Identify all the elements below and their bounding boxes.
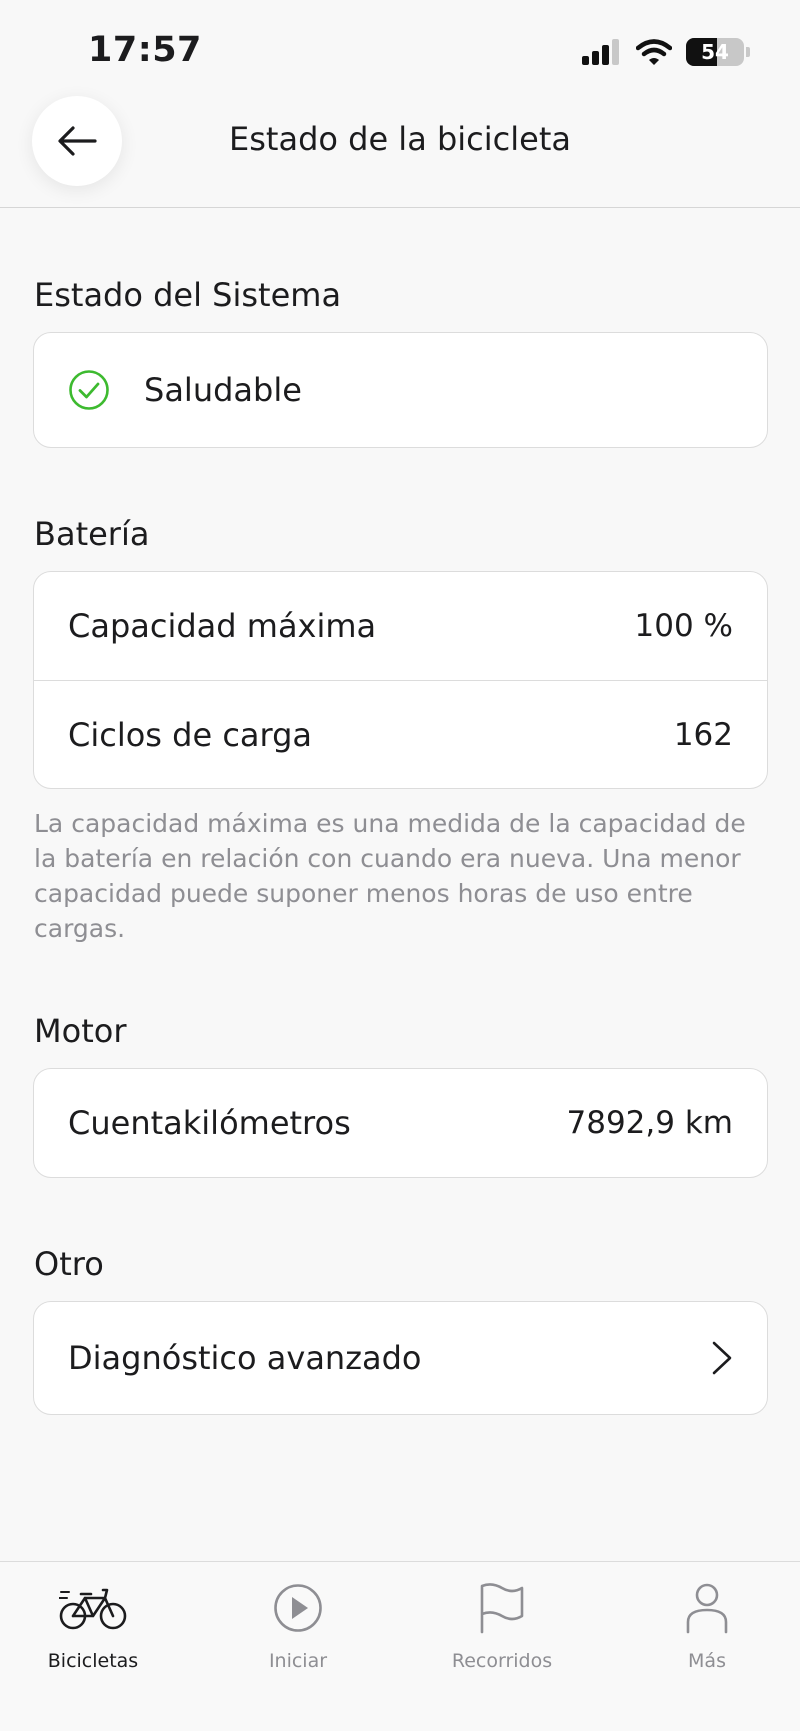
battery-capacity-row: Capacidad máxima 100 % (34, 572, 767, 680)
bicycle-icon (59, 1588, 127, 1630)
battery-icon: 54 (686, 38, 744, 66)
tab-label: Más (688, 1650, 726, 1672)
row-value: 7892,9 km (566, 1105, 733, 1141)
advanced-diagnostics-row[interactable]: Diagnóstico avanzado (34, 1302, 767, 1414)
row-label: Cuentakilómetros (68, 1104, 351, 1142)
system-status-card: Saludable (33, 332, 768, 448)
odometer-row: Cuentakilómetros 7892,9 km (34, 1069, 767, 1177)
tab-label: Recorridos (451, 1650, 553, 1672)
navigation-header: Estado de la bicicleta (0, 96, 800, 208)
tab-iniciar[interactable]: Iniciar (218, 1576, 378, 1672)
chevron-right-icon (712, 1341, 732, 1375)
system-status-row: Saludable (34, 333, 767, 447)
motor-section-title: Motor (34, 1012, 127, 1050)
tab-mas[interactable]: Más (627, 1576, 787, 1672)
row-value: 162 (673, 716, 733, 753)
tab-label: Iniciar (268, 1650, 328, 1672)
other-section-title: Otro (34, 1245, 104, 1283)
motor-card: Cuentakilómetros 7892,9 km (33, 1068, 768, 1178)
flag-icon (480, 1583, 524, 1634)
status-time: 17:57 (88, 30, 202, 70)
play-circle-icon (274, 1584, 322, 1632)
tab-bar: Bicicletas Iniciar Recorridos Más (0, 1561, 800, 1731)
battery-nub (746, 47, 750, 57)
other-card: Diagnóstico avanzado (33, 1301, 768, 1415)
cellular-signal-icon (582, 39, 619, 65)
row-label: Ciclos de carga (68, 715, 313, 754)
tab-label: Bicicletas (47, 1650, 139, 1672)
battery-section-title: Batería (34, 515, 150, 553)
status-icons: 54 (582, 38, 750, 66)
row-label: Diagnóstico avanzado (68, 1339, 422, 1377)
system-section-title: Estado del Sistema (34, 276, 342, 314)
battery-card: Capacidad máxima 100 % Ciclos de carga 1… (33, 571, 768, 789)
wifi-icon (636, 39, 672, 65)
tab-recorridos[interactable]: Recorridos (422, 1576, 582, 1672)
battery-level: 54 (701, 40, 729, 64)
row-label: Capacidad máxima (68, 607, 377, 645)
page-title: Estado de la bicicleta (229, 120, 571, 158)
system-status-label: Saludable (144, 371, 302, 409)
battery-cycles-row: Ciclos de carga 162 (34, 680, 767, 788)
row-value: 100 % (634, 608, 733, 644)
battery-note: La capacidad máxima es una medida de la … (34, 809, 746, 943)
tab-bicicletas[interactable]: Bicicletas (13, 1576, 173, 1672)
screen: 17:57 54 Estado de la bicicleta Estado d… (0, 0, 800, 1731)
check-circle-icon (69, 370, 109, 410)
person-icon (686, 1583, 728, 1634)
status-bar: 17:57 54 (0, 0, 800, 96)
